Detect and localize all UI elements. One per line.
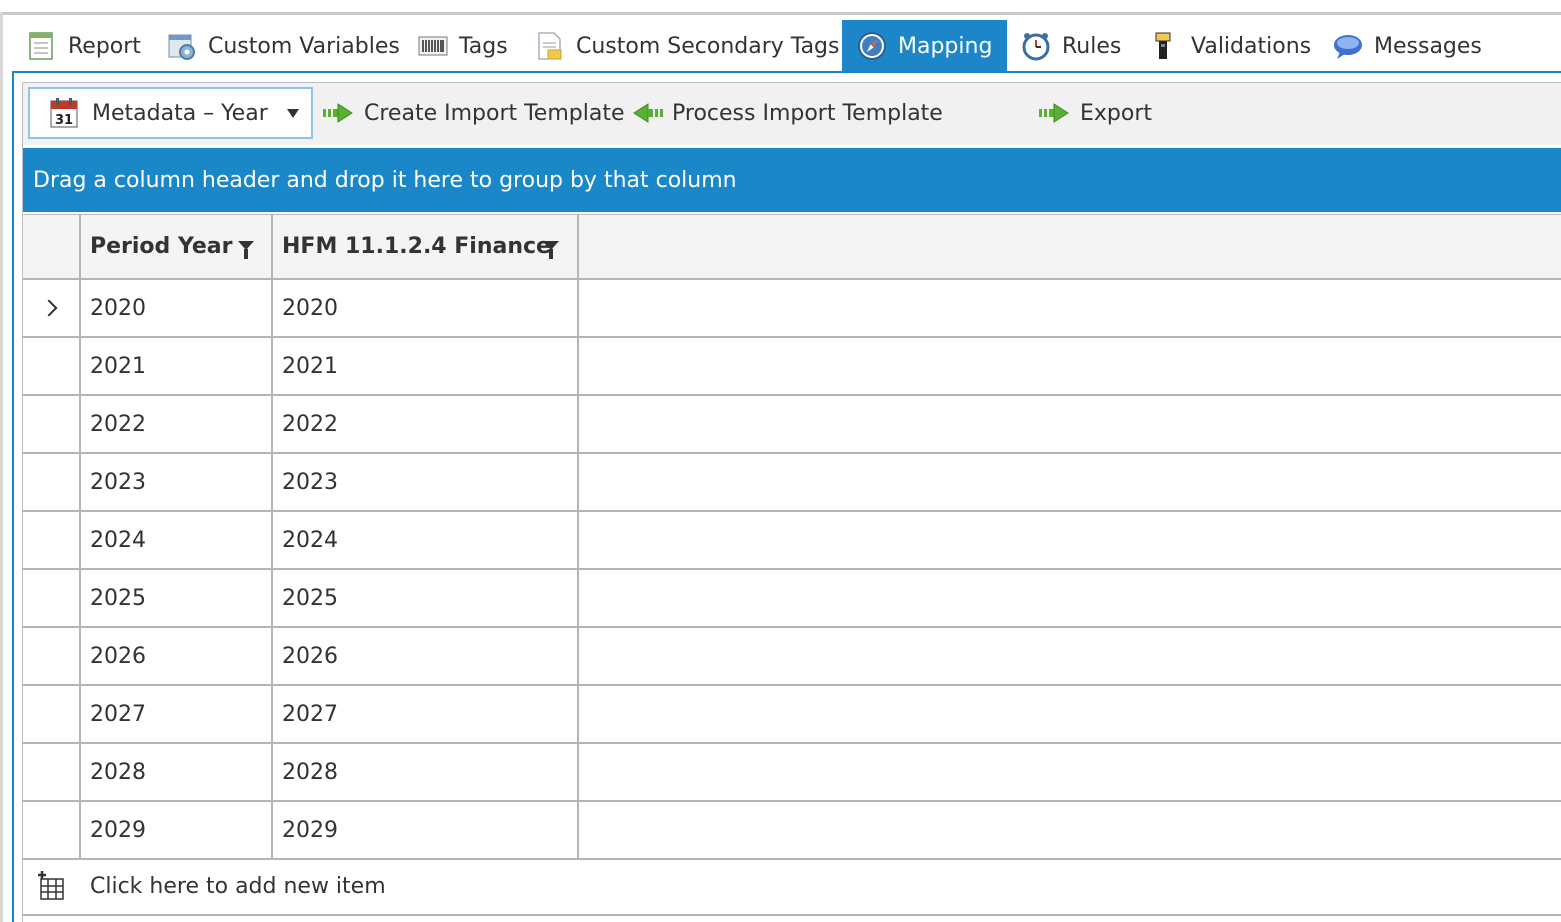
row-indicator[interactable] bbox=[23, 802, 81, 858]
tab-label: Tags bbox=[459, 33, 508, 59]
column-header-period-year[interactable]: Period Year bbox=[81, 215, 273, 278]
table-row[interactable]: 2025 2025 bbox=[23, 570, 1561, 628]
chevron-down-icon bbox=[287, 109, 299, 118]
grid-header-row: Period Year HFM 11.1.2.4 Finance bbox=[23, 214, 1561, 280]
period-year-cell[interactable]: 2020 bbox=[81, 280, 273, 336]
tab-label: Validations bbox=[1191, 33, 1312, 59]
metadata-dropdown[interactable]: 31 Metadata – Year bbox=[28, 87, 313, 139]
table-row[interactable]: 2022 2022 bbox=[23, 396, 1561, 454]
group-by-text: Drag a column header and drop it here to… bbox=[33, 167, 737, 193]
barcode-icon bbox=[417, 30, 449, 62]
period-year-cell[interactable]: 2025 bbox=[81, 570, 273, 626]
table-row[interactable]: 2024 2024 bbox=[23, 512, 1561, 570]
dropdown-label: Metadata – Year bbox=[92, 100, 268, 126]
filter-icon[interactable] bbox=[238, 241, 254, 259]
period-year-cell[interactable]: 2028 bbox=[81, 744, 273, 800]
period-year-cell[interactable]: 2022 bbox=[81, 396, 273, 452]
calendar-icon: 31 bbox=[50, 98, 78, 128]
tab-messages[interactable]: Messages bbox=[1332, 20, 1482, 72]
compass-icon bbox=[856, 30, 888, 62]
period-year-cell[interactable]: 2023 bbox=[81, 454, 273, 510]
hfm-finance-cell[interactable]: 2020 bbox=[273, 280, 579, 336]
tab-rules[interactable]: Rules bbox=[1020, 20, 1121, 72]
row-indicator[interactable] bbox=[23, 512, 81, 568]
add-new-item-label: Click here to add new item bbox=[90, 873, 386, 899]
tab-label: Rules bbox=[1062, 33, 1122, 59]
export-button[interactable]: Export bbox=[1038, 92, 1152, 134]
flashlight-icon bbox=[1149, 30, 1181, 62]
arrow-left-icon bbox=[633, 103, 663, 123]
hfm-finance-cell[interactable]: 2029 bbox=[273, 802, 579, 858]
table-row[interactable]: 2028 2028 bbox=[23, 744, 1561, 802]
period-year-cell[interactable]: 2029 bbox=[81, 802, 273, 858]
add-row-icon[interactable] bbox=[23, 858, 81, 914]
top-border bbox=[0, 12, 1561, 15]
chat-bubble-icon bbox=[1332, 30, 1364, 62]
column-header-label: Period Year bbox=[90, 234, 233, 259]
row-indicator[interactable] bbox=[23, 338, 81, 394]
tab-label: Custom Secondary Tags bbox=[576, 33, 840, 59]
column-header-hfm-finance[interactable]: HFM 11.1.2.4 Finance bbox=[273, 215, 579, 278]
create-import-template-button[interactable]: Create Import Template bbox=[322, 92, 625, 134]
tab-report[interactable]: Report bbox=[26, 20, 141, 72]
calendar-day: 31 bbox=[55, 113, 73, 128]
period-year-cell[interactable]: 2021 bbox=[81, 338, 273, 394]
table-row[interactable]: 2029 2029 bbox=[23, 802, 1561, 860]
row-indicator[interactable] bbox=[23, 744, 81, 800]
chevron-right-icon bbox=[40, 299, 58, 317]
table-row[interactable]: 2020 2020 bbox=[23, 280, 1561, 338]
tab-validations[interactable]: Validations bbox=[1149, 20, 1311, 72]
row-indicator[interactable] bbox=[23, 628, 81, 684]
hfm-finance-cell[interactable]: 2027 bbox=[273, 686, 579, 742]
hfm-finance-cell[interactable]: 2028 bbox=[273, 744, 579, 800]
period-year-cell[interactable]: 2026 bbox=[81, 628, 273, 684]
add-new-item-row[interactable]: Click here to add new item bbox=[23, 858, 1561, 916]
create-label: Create Import Template bbox=[364, 100, 625, 126]
row-indicator[interactable] bbox=[23, 454, 81, 510]
left-border bbox=[0, 12, 3, 922]
row-indicator[interactable] bbox=[23, 280, 81, 336]
header-indent-cell bbox=[23, 215, 81, 278]
row-indicator[interactable] bbox=[23, 396, 81, 452]
document-icon bbox=[534, 30, 566, 62]
export-label: Export bbox=[1080, 100, 1153, 126]
table-row[interactable]: 2026 2026 bbox=[23, 628, 1561, 686]
clock-icon bbox=[1020, 30, 1052, 62]
hfm-finance-cell[interactable]: 2024 bbox=[273, 512, 579, 568]
period-year-cell[interactable]: 2027 bbox=[81, 686, 273, 742]
table-row[interactable]: 2021 2021 bbox=[23, 338, 1561, 396]
tab-custom-secondary-tags[interactable]: Custom Secondary Tags bbox=[534, 20, 839, 72]
period-year-cell[interactable]: 2024 bbox=[81, 512, 273, 568]
group-by-panel[interactable]: Drag a column header and drop it here to… bbox=[23, 148, 1561, 212]
column-header-label: HFM 11.1.2.4 Finance bbox=[282, 234, 551, 259]
hfm-finance-cell[interactable]: 2026 bbox=[273, 628, 579, 684]
hfm-finance-cell[interactable]: 2022 bbox=[273, 396, 579, 452]
hfm-finance-cell[interactable]: 2025 bbox=[273, 570, 579, 626]
tab-label: Report bbox=[68, 33, 141, 59]
row-indicator[interactable] bbox=[23, 570, 81, 626]
process-label: Process Import Template bbox=[672, 100, 943, 126]
tab-tags[interactable]: Tags bbox=[417, 20, 508, 72]
table-row[interactable]: 2023 2023 bbox=[23, 454, 1561, 512]
filter-icon[interactable] bbox=[543, 241, 559, 259]
report-icon bbox=[26, 30, 58, 62]
table-row[interactable]: 2027 2027 bbox=[23, 686, 1561, 744]
arrow-right-icon bbox=[323, 103, 353, 123]
tab-custom-variables[interactable]: Custom Variables bbox=[166, 20, 400, 72]
tab-label: Mapping bbox=[898, 33, 993, 59]
tab-label: Messages bbox=[1374, 33, 1482, 59]
row-indicator[interactable] bbox=[23, 686, 81, 742]
hfm-finance-cell[interactable]: 2023 bbox=[273, 454, 579, 510]
custom-variables-icon bbox=[166, 30, 198, 62]
tab-label: Custom Variables bbox=[208, 33, 400, 59]
arrow-right-icon bbox=[1039, 103, 1069, 123]
process-import-template-button[interactable]: Process Import Template bbox=[630, 92, 943, 134]
hfm-finance-cell[interactable]: 2021 bbox=[273, 338, 579, 394]
tab-mapping[interactable]: Mapping bbox=[842, 20, 1008, 72]
tab-bar: Report Custom Variables Tags Custom Seco… bbox=[18, 20, 1561, 72]
